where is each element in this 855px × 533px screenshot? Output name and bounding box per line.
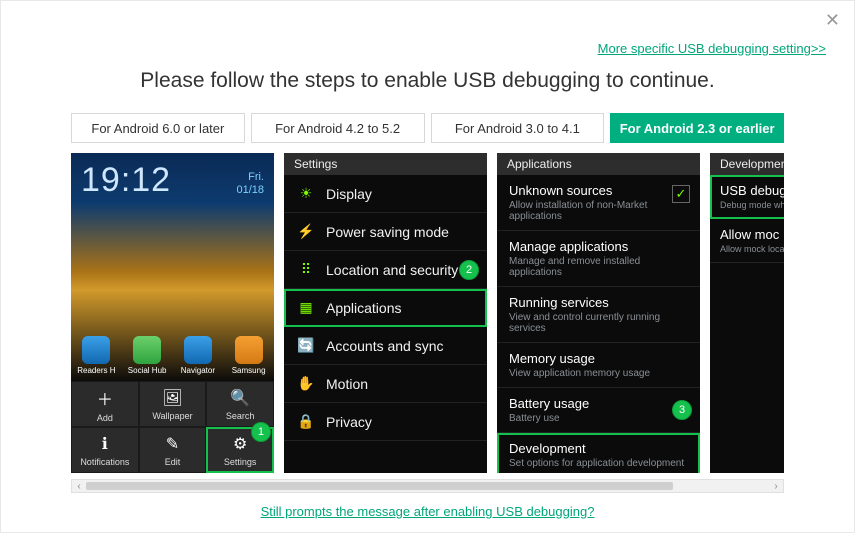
settings-location-security: ⠿Location and security 2	[284, 251, 487, 289]
sync-icon: 🔄	[296, 337, 316, 354]
settings-applications: ▦Applications	[284, 289, 487, 327]
android-version-tabs: For Android 6.0 or later For Android 4.2…	[71, 113, 784, 143]
gear-icon: ⚙	[233, 434, 247, 454]
clock-day: Fri.	[236, 171, 264, 184]
panel-development: Development USB debug Debug mode wh Allo…	[710, 153, 784, 473]
panel-settings: Settings ☀Display ⚡Power saving mode ⠿Lo…	[284, 153, 487, 473]
close-button[interactable]: ✕	[825, 11, 840, 29]
wallpaper: 19:12 Fri. 01/18 Readers H Social Hub Na…	[71, 153, 274, 381]
app-development: Development Set options for application …	[497, 433, 700, 473]
tab-android-42-52[interactable]: For Android 4.2 to 5.2	[251, 113, 425, 143]
dev-usb-debugging: USB debug Debug mode wh	[710, 175, 784, 219]
dev-allow-mock: Allow moc Allow mock loca	[710, 219, 784, 263]
panel-header: Applications	[497, 153, 700, 175]
settings-display: ☀Display	[284, 175, 487, 213]
menu-settings: 1 ⚙Settings	[206, 427, 274, 473]
search-icon: 🔍	[230, 388, 250, 408]
check-icon: ✓	[672, 185, 690, 203]
clock-date-value: 01/18	[236, 184, 264, 197]
step-1-badge: 1	[251, 422, 271, 442]
info-icon: ℹ	[102, 434, 108, 454]
lock-icon: 🔒	[296, 413, 316, 430]
app-running-services: Running services View and control curren…	[497, 287, 700, 343]
app-memory-usage: Memory usage View application memory usa…	[497, 343, 700, 388]
scroll-left-icon[interactable]: ‹	[72, 481, 86, 492]
tab-android-30-41[interactable]: For Android 3.0 to 4.1	[431, 113, 605, 143]
tab-android-23-earlier[interactable]: For Android 2.3 or earlier	[610, 113, 784, 143]
tab-android-6-later[interactable]: For Android 6.0 or later	[71, 113, 245, 143]
step-2-badge: 2	[459, 260, 479, 280]
sun-icon: ☀	[296, 185, 316, 202]
dialog-heading: Please follow the steps to enable USB de…	[25, 69, 830, 93]
settings-power-saving: ⚡Power saving mode	[284, 213, 487, 251]
home-menu-grid: ＋Add 🖼Wallpaper 🔍Search ℹNotifications ✎…	[71, 381, 274, 473]
dock-row: Readers H Social Hub Navigator Samsung	[71, 336, 274, 375]
app-icon	[82, 336, 110, 364]
image-icon: 🖼	[162, 388, 182, 408]
more-specific-link[interactable]: More specific USB debugging setting>>	[598, 41, 826, 56]
app-icon	[133, 336, 161, 364]
panel-applications: Applications Unknown sources Allow insta…	[497, 153, 700, 473]
hand-icon: ✋	[296, 375, 316, 392]
grid-icon: ⠿	[296, 261, 316, 278]
menu-search: 🔍Search	[206, 381, 274, 427]
menu-wallpaper: 🖼Wallpaper	[139, 381, 207, 427]
settings-accounts-sync: 🔄Accounts and sync	[284, 327, 487, 365]
instruction-panels[interactable]: 19:12 Fri. 01/18 Readers H Social Hub Na…	[71, 153, 784, 473]
settings-privacy: 🔒Privacy	[284, 403, 487, 441]
pencil-icon: ✎	[166, 434, 179, 454]
app-unknown-sources: Unknown sources Allow installation of no…	[497, 175, 700, 231]
still-prompts-link[interactable]: Still prompts the message after enabling…	[261, 504, 595, 519]
app-battery-usage: Battery usage Battery use 3	[497, 388, 700, 433]
plus-icon: ＋	[97, 386, 113, 410]
horizontal-scrollbar[interactable]: ‹ ›	[71, 479, 784, 493]
step-3-badge: 3	[672, 400, 692, 420]
dock-item: Readers H	[74, 336, 118, 375]
menu-notifications: ℹNotifications	[71, 427, 139, 473]
app-manage-applications: Manage applications Manage and remove in…	[497, 231, 700, 287]
usb-debugging-dialog: ✕ More specific USB debugging setting>> …	[0, 0, 855, 533]
clock-date: Fri. 01/18	[236, 171, 264, 196]
dock-item: Samsung	[227, 336, 271, 375]
dock-item: Navigator	[176, 336, 220, 375]
apps-icon: ▦	[296, 299, 316, 316]
app-icon	[235, 336, 263, 364]
menu-edit: ✎Edit	[139, 427, 207, 473]
panel-header: Development	[710, 153, 784, 175]
clock-time: 19:12	[81, 161, 171, 200]
panel-header: Settings	[284, 153, 487, 175]
menu-add: ＋Add	[71, 381, 139, 427]
scroll-right-icon[interactable]: ›	[769, 481, 783, 492]
scroll-thumb[interactable]	[86, 482, 673, 490]
settings-motion: ✋Motion	[284, 365, 487, 403]
bolt-icon: ⚡	[296, 223, 316, 240]
dock-item: Social Hub	[125, 336, 169, 375]
panel-home-screen: 19:12 Fri. 01/18 Readers H Social Hub Na…	[71, 153, 274, 473]
app-icon	[184, 336, 212, 364]
